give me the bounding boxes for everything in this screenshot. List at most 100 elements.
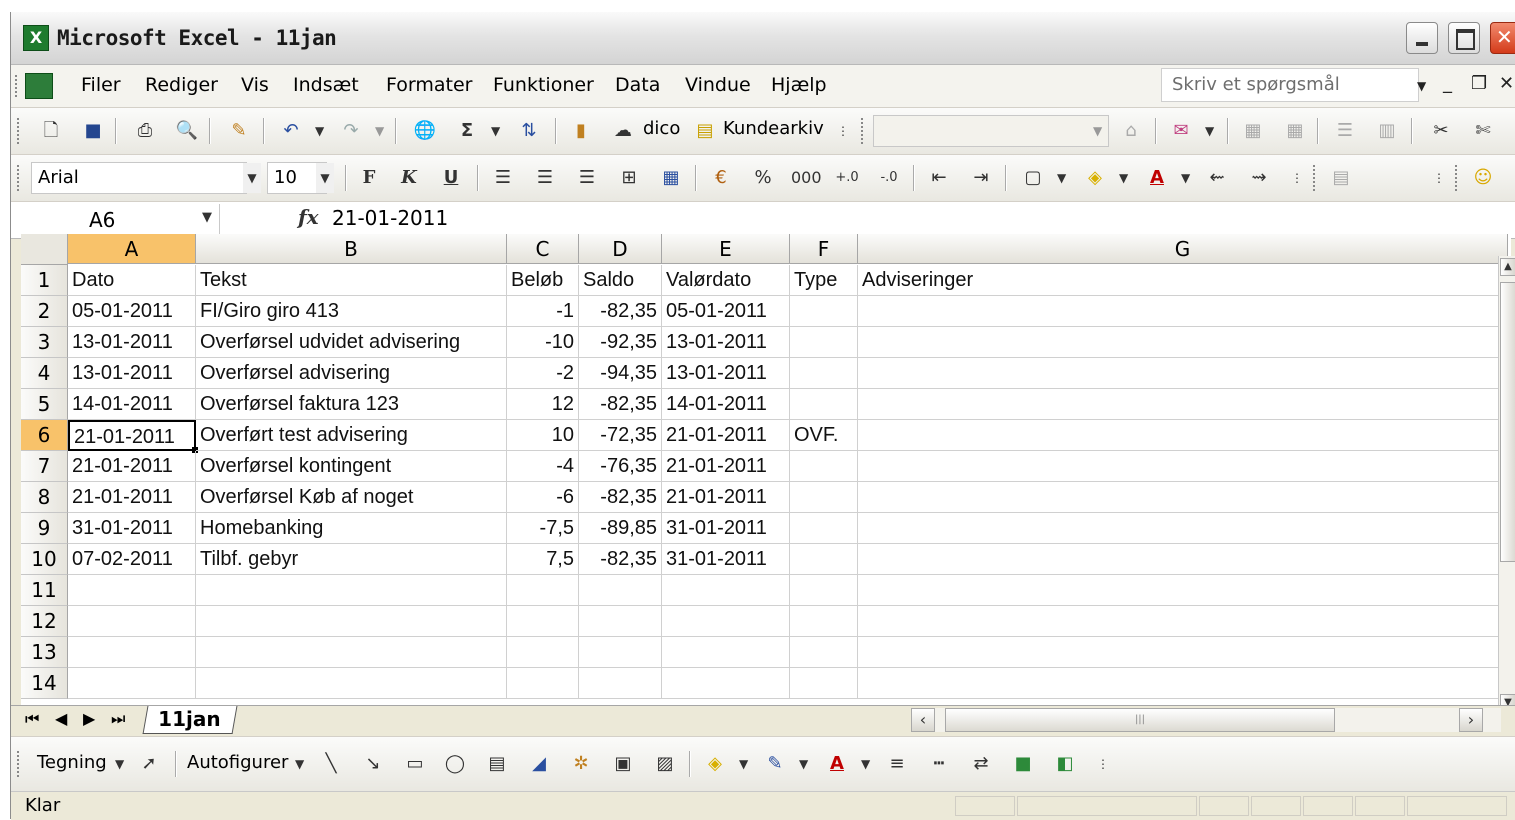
cell-f6[interactable]: OVF. bbox=[790, 420, 858, 451]
format-painter-icon[interactable]: ✎ bbox=[225, 117, 253, 145]
cell-b1[interactable]: Tekst bbox=[196, 265, 507, 296]
font-name-box[interactable]: Arial bbox=[31, 162, 247, 194]
column-header-a[interactable]: A bbox=[68, 234, 196, 264]
increase-decimal-icon[interactable]: +.0 bbox=[833, 164, 861, 192]
column-header-b[interactable]: B bbox=[196, 234, 507, 264]
name-box-dropdown-icon[interactable]: ▼ bbox=[202, 210, 212, 225]
redo-icon[interactable]: ↷ bbox=[337, 117, 365, 145]
print-icon[interactable]: ⎙ bbox=[131, 117, 159, 145]
bold-button[interactable]: F bbox=[355, 164, 383, 192]
cell-c2[interactable]: -1 bbox=[507, 296, 579, 327]
column-header-c[interactable]: C bbox=[507, 234, 579, 264]
row-header-12[interactable]: 12 bbox=[21, 606, 68, 637]
cell-d1[interactable]: Saldo bbox=[579, 265, 662, 296]
cell-c7[interactable]: -4 bbox=[507, 451, 579, 482]
cell-g11[interactable] bbox=[858, 575, 1508, 606]
increase-indent-icon[interactable]: ⇥ bbox=[967, 164, 995, 192]
cell-c9[interactable]: -7,5 bbox=[507, 513, 579, 544]
cell-c13[interactable] bbox=[507, 637, 579, 668]
cell-b2[interactable]: FI/Giro giro 413 bbox=[196, 296, 507, 327]
cell-e2[interactable]: 05-01-2011 bbox=[662, 296, 790, 327]
row-header-3[interactable]: 3 bbox=[21, 327, 68, 358]
column-header-d[interactable]: D bbox=[579, 234, 662, 264]
cell-a4[interactable]: 13-01-2011 bbox=[68, 358, 196, 389]
sheet-tab-11jan[interactable]: 11jan bbox=[142, 706, 238, 734]
new-document-icon[interactable]: 🗋 bbox=[37, 117, 65, 145]
send-mail-dropdown-icon[interactable]: ▼ bbox=[1205, 124, 1214, 138]
line-style-icon[interactable]: ≡ bbox=[883, 750, 911, 778]
outdent-icon[interactable]: ⇜ bbox=[1203, 164, 1231, 192]
draw-font-color-icon[interactable]: A bbox=[823, 750, 851, 778]
dico-icon[interactable]: ☁ bbox=[609, 117, 637, 145]
cell-a5[interactable]: 14-01-2011 bbox=[68, 389, 196, 420]
align-left-icon[interactable]: ☰ bbox=[489, 164, 517, 192]
cell-b13[interactable] bbox=[196, 637, 507, 668]
tool-icon-2[interactable]: ✄ bbox=[1469, 117, 1497, 145]
tegning-menu[interactable]: Tegning bbox=[37, 752, 107, 773]
arrow-style-icon[interactable]: ⇄ bbox=[967, 750, 995, 778]
select-all-corner[interactable] bbox=[21, 234, 68, 265]
workbook-restore-icon[interactable]: ❐ bbox=[1471, 73, 1487, 94]
tegning-dropdown-icon[interactable]: ▼ bbox=[115, 757, 124, 771]
cell-g5[interactable] bbox=[858, 389, 1508, 420]
cell-c5[interactable]: 12 bbox=[507, 389, 579, 420]
scroll-left-icon[interactable]: ‹ bbox=[911, 708, 935, 732]
redo-dropdown-icon[interactable]: ▼ bbox=[375, 124, 384, 138]
line-color-icon[interactable]: ✎ bbox=[761, 750, 789, 778]
formula-input[interactable]: 21-01-2011 bbox=[332, 206, 448, 230]
insert-function-icon[interactable]: fx bbox=[298, 205, 319, 229]
cell-d10[interactable]: -82,35 bbox=[579, 544, 662, 575]
column-header-g[interactable]: G bbox=[858, 234, 1508, 264]
toolbar-options-icon[interactable]: ⋮ bbox=[1089, 750, 1117, 778]
cell-b6[interactable]: Overført test advisering bbox=[196, 420, 507, 451]
cell-a10[interactable]: 07-02-2011 bbox=[68, 544, 196, 575]
cell-e14[interactable] bbox=[662, 668, 790, 699]
fill-color-dropdown-icon[interactable]: ▼ bbox=[1119, 171, 1128, 185]
merge-center-icon[interactable]: ⊞ bbox=[615, 164, 643, 192]
save-icon[interactable]: ■ bbox=[79, 117, 107, 145]
cell-f13[interactable] bbox=[790, 637, 858, 668]
cell-d3[interactable]: -92,35 bbox=[579, 327, 662, 358]
cell-d7[interactable]: -76,35 bbox=[579, 451, 662, 482]
cell-d9[interactable]: -89,85 bbox=[579, 513, 662, 544]
cell-b3[interactable]: Overførsel udvidet advisering bbox=[196, 327, 507, 358]
toolbar-grip[interactable] bbox=[861, 118, 867, 144]
cell-f1[interactable]: Type bbox=[790, 265, 858, 296]
menu-vindue[interactable]: Vindue bbox=[685, 74, 751, 96]
rectangle-icon[interactable]: ▭ bbox=[401, 750, 429, 778]
cell-e9[interactable]: 31-01-2011 bbox=[662, 513, 790, 544]
row-header-14[interactable]: 14 bbox=[21, 668, 68, 699]
font-name-dropdown-icon[interactable]: ▼ bbox=[243, 163, 261, 193]
cell-b8[interactable]: Overførsel Køb af noget bbox=[196, 482, 507, 513]
cell-c4[interactable]: -2 bbox=[507, 358, 579, 389]
dash-style-icon[interactable]: ┅ bbox=[925, 750, 953, 778]
font-size-dropdown-icon[interactable]: ▼ bbox=[316, 163, 334, 193]
menu-rediger[interactable]: Rediger bbox=[145, 74, 218, 96]
row-header-13[interactable]: 13 bbox=[21, 637, 68, 668]
cell-c11[interactable] bbox=[507, 575, 579, 606]
cell-b5[interactable]: Overførsel faktura 123 bbox=[196, 389, 507, 420]
autosum-dropdown-icon[interactable]: ▼ bbox=[491, 124, 500, 138]
column-header-e[interactable]: E bbox=[662, 234, 790, 264]
horizontal-scrollbar[interactable]: ‹ ||| › bbox=[911, 708, 1501, 732]
draw-font-color-dropdown-icon[interactable]: ▼ bbox=[861, 757, 870, 771]
help-dropdown-icon[interactable]: ▼ bbox=[1417, 79, 1426, 93]
print-preview-icon[interactable]: 🔍 bbox=[173, 117, 201, 145]
prev-sheet-icon[interactable]: ◀ bbox=[55, 709, 67, 728]
cell-a7[interactable]: 21-01-2011 bbox=[68, 451, 196, 482]
last-sheet-icon[interactable]: ⏭ bbox=[111, 709, 125, 729]
kundearkiv-button[interactable]: Kundearkiv bbox=[723, 118, 824, 139]
cell-d4[interactable]: -94,35 bbox=[579, 358, 662, 389]
diagram-icon[interactable]: ✲ bbox=[567, 750, 595, 778]
cell-d13[interactable] bbox=[579, 637, 662, 668]
cell-e11[interactable] bbox=[662, 575, 790, 606]
cell-e3[interactable]: 13-01-2011 bbox=[662, 327, 790, 358]
cell-b10[interactable]: Tilbf. gebyr bbox=[196, 544, 507, 575]
workbook-close-icon[interactable]: ✕ bbox=[1499, 73, 1514, 94]
cell-g4[interactable] bbox=[858, 358, 1508, 389]
cell-f14[interactable] bbox=[790, 668, 858, 699]
cell-a11[interactable] bbox=[68, 575, 196, 606]
cell-f3[interactable] bbox=[790, 327, 858, 358]
chart-wizard-icon[interactable]: ▮ bbox=[567, 117, 595, 145]
vertical-scroll-thumb[interactable] bbox=[1500, 282, 1515, 562]
